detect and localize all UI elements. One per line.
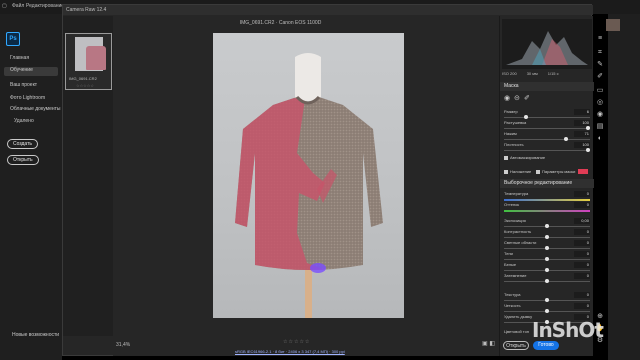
rating-stars[interactable]: ☆☆☆☆☆ (283, 339, 310, 345)
adjust-row: Температура 0 (504, 191, 590, 197)
overlay-checkbox[interactable]: Наложение (504, 169, 531, 174)
whats-new-link[interactable]: Новые возможности (12, 332, 59, 338)
photoshop-right-area (608, 14, 640, 360)
thumbnail-rating[interactable]: ☆☆☆☆☆ (76, 83, 94, 88)
camera-raw-window: Camera Raw 12.4 IMG_0691.CR2 · Canon EOS… (62, 4, 604, 356)
filmstrip-thumbnail[interactable]: IMG_0691.CR2 ☆☆☆☆☆ (65, 33, 112, 90)
density-slider[interactable] (504, 148, 590, 152)
sweater-photo (235, 53, 383, 318)
menu-file[interactable]: Файл (12, 3, 24, 9)
thumbnail-filename: IMG_0691.CR2 (69, 76, 97, 81)
adjustment-brush-icon[interactable]: ✐ (595, 72, 605, 82)
adjust-row: Оттенок 0 (504, 202, 590, 208)
sidebar-item-learn[interactable]: Обучение (10, 67, 33, 73)
camera-raw-titlebar: Camera Raw 12.4 (63, 5, 593, 15)
photoshop-home-sidebar: Ps Главная Обучение Ваш проект Фото Ligh… (0, 14, 62, 360)
flow-row: Нажим 71 (504, 131, 590, 137)
adjust-row: Экспозиция 0,00 (504, 218, 590, 224)
sidebar-item-cloud-docs[interactable]: Облачные документы (10, 106, 61, 112)
mask-section-title[interactable]: Маска (500, 82, 594, 91)
file-header: IMG_0691.CR2 · Canon EOS 1100D (239, 20, 322, 26)
inshot-watermark: InShOt (532, 318, 604, 342)
sidebar-item-your-work[interactable]: Ваш проект (10, 82, 37, 88)
file-info-link[interactable]: sRGB IEC61966-2.1 · 8 бит · 2406 x 3 347… (235, 349, 345, 354)
healing-icon[interactable]: ✎ (595, 60, 605, 70)
preview-bottom-bar: 31,4% ☆☆☆☆☆ sRGB IEC61966-2.1 · 8 бит · … (113, 336, 499, 356)
sidebar-item-lightroom[interactable]: Фото Lightroom (10, 95, 45, 101)
texture-slider[interactable] (504, 298, 590, 302)
local-adjust-title[interactable]: Выборочное редактирование (500, 179, 594, 188)
photo-preview[interactable] (213, 33, 404, 318)
brush-subtract-icon[interactable]: ⊝ (514, 94, 520, 102)
photoshop-logo: Ps (6, 32, 20, 46)
eraser-icon[interactable]: ✐ (524, 94, 530, 102)
clarity-slider[interactable] (504, 309, 590, 313)
histogram (502, 19, 592, 69)
brush-add-icon[interactable]: ◉ (504, 94, 510, 102)
thumbnail-image (75, 37, 106, 71)
adjust-row: Текстура 0 (504, 292, 590, 298)
feather-slider[interactable] (504, 126, 590, 130)
camera-raw-title: Camera Raw 12.4 (66, 7, 107, 13)
radial-filter-icon[interactable]: ◎ (595, 98, 605, 108)
adjust-row: Затемнение 0 (504, 273, 590, 279)
edit-icon[interactable]: ≡ (595, 34, 605, 44)
snapshots-icon[interactable]: ▤ (595, 122, 605, 132)
size-slider[interactable] (504, 115, 590, 119)
shadows-slider[interactable] (504, 257, 590, 261)
sidebar-item-home[interactable]: Главная (10, 55, 29, 61)
contrast-slider[interactable] (504, 235, 590, 239)
flow-value[interactable]: 71 (574, 131, 590, 137)
red-eye-icon[interactable]: ◉ (595, 110, 605, 120)
crop-icon[interactable]: ⌗ (595, 48, 605, 58)
filmstrip: IMG_0691.CR2 ☆☆☆☆☆ (63, 16, 113, 336)
ps-home-icon[interactable]: ▢ (2, 3, 7, 9)
adjust-row: Четкость 0 (504, 303, 590, 309)
mask-params-checkbox[interactable]: Параметры маски (536, 169, 575, 174)
density-row: Плотность 100 (504, 142, 590, 148)
recent-file-thumbnail[interactable] (606, 19, 620, 31)
adjust-row: Тени 0 (504, 251, 590, 257)
flow-slider[interactable] (504, 137, 590, 141)
blacks-slider[interactable] (504, 279, 590, 283)
feather-row: Растушевка 100 (504, 120, 590, 126)
adjust-row: Белые 0 (504, 262, 590, 268)
tint-slider[interactable] (504, 210, 590, 212)
graduated-filter-icon[interactable]: ▭ (595, 86, 605, 96)
zoom-level[interactable]: 31,4% (116, 342, 130, 348)
menu-edit[interactable]: Редактирование (26, 3, 64, 9)
sidebar-item-deleted[interactable]: Удалено (14, 118, 34, 124)
view-mode-icons[interactable]: ▣ ◧ (482, 340, 495, 347)
open-image-button[interactable]: Открыть (503, 341, 529, 350)
histogram-info: ISO 200 30 мм 1/15 c (502, 71, 559, 76)
open-button[interactable]: Открыть (7, 155, 39, 165)
auto-mask-checkbox[interactable]: Автомаскирование (504, 155, 545, 160)
create-button[interactable]: Создать (7, 139, 39, 149)
adjustment-panel: ISO 200 30 мм 1/15 c Маска ◉ ⊝ ✐ Размер 6 Р… (499, 16, 594, 356)
size-value[interactable]: 6 (574, 109, 590, 115)
size-row: Размер 6 (504, 109, 590, 115)
presets-icon[interactable]: ◐ (595, 134, 605, 144)
adjust-row: Контрастность 0 (504, 229, 590, 235)
adjust-row: Светлые области 0 (504, 240, 590, 246)
highlights-slider[interactable] (504, 246, 590, 250)
overlay-color-swatch[interactable] (578, 169, 588, 174)
whites-slider[interactable] (504, 268, 590, 272)
exposure-slider[interactable] (504, 224, 590, 228)
temperature-slider[interactable] (504, 199, 590, 201)
done-button[interactable]: Готово (533, 341, 559, 350)
